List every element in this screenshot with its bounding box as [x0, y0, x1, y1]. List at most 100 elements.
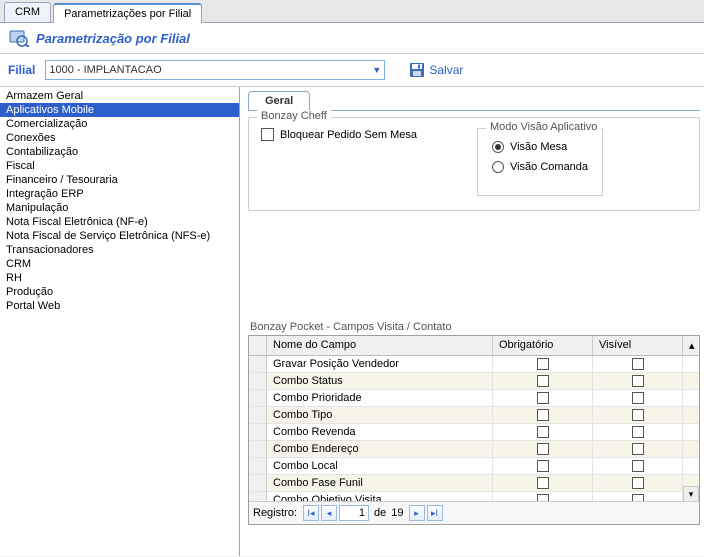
checkbox-icon	[632, 409, 644, 421]
row-selector[interactable]	[249, 390, 267, 407]
tab-geral[interactable]: Geral	[248, 91, 310, 110]
checkbox-icon	[537, 477, 549, 489]
scroll-gutter	[683, 407, 699, 424]
save-button[interactable]: Salvar	[409, 62, 463, 78]
radio-label: Visão Mesa	[510, 141, 567, 153]
sidebar-item[interactable]: Produção	[0, 285, 239, 299]
checkbox-icon	[632, 494, 644, 501]
row-selector[interactable]	[249, 458, 267, 475]
sidebar-item[interactable]: CRM	[0, 257, 239, 271]
table-row[interactable]: Combo Tipo	[249, 407, 699, 424]
row-selector[interactable]	[249, 424, 267, 441]
cell-nome: Gravar Posição Vendedor	[267, 356, 493, 373]
sidebar-item[interactable]: Contabilização	[0, 145, 239, 159]
nav-total: 19	[391, 507, 406, 519]
radio-option[interactable]: Visão Comanda	[492, 161, 588, 173]
radio-option[interactable]: Visão Mesa	[492, 141, 588, 153]
sidebar-item[interactable]: Conexões	[0, 131, 239, 145]
row-selector[interactable]	[249, 492, 267, 501]
cell-visivel[interactable]	[593, 407, 683, 424]
cell-nome: Combo Status	[267, 373, 493, 390]
nav-last-button[interactable]: ▸I	[427, 505, 443, 521]
cell-obrigatorio[interactable]	[493, 424, 593, 441]
cell-obrigatorio[interactable]	[493, 407, 593, 424]
nav-prev-button[interactable]: ◂	[321, 505, 337, 521]
scroll-gutter	[683, 424, 699, 441]
checkbox-icon	[537, 494, 549, 501]
sidebar-item[interactable]: Nota Fiscal Eletrônica (NF-e)	[0, 215, 239, 229]
tab-parametrizacoes[interactable]: Parametrizações por Filial	[53, 3, 202, 23]
grid-header-visivel[interactable]: Visível	[593, 336, 683, 355]
grid: Nome do Campo Obrigatório Visível ▴ Grav…	[248, 335, 700, 525]
scroll-up-icon[interactable]: ▴	[683, 336, 699, 355]
sidebar-item[interactable]: Financeiro / Tesouraria	[0, 173, 239, 187]
content-tabs: Geral	[248, 91, 700, 111]
cell-visivel[interactable]	[593, 373, 683, 390]
table-row[interactable]: Combo Endereço	[249, 441, 699, 458]
cell-obrigatorio[interactable]	[493, 441, 593, 458]
grid-header-selector[interactable]	[249, 336, 267, 355]
cell-obrigatorio[interactable]	[493, 458, 593, 475]
cell-visivel[interactable]	[593, 356, 683, 373]
nav-first-button[interactable]: I◂	[303, 505, 319, 521]
row-selector[interactable]	[249, 441, 267, 458]
cell-obrigatorio[interactable]	[493, 390, 593, 407]
sidebar-item[interactable]: Integração ERP	[0, 187, 239, 201]
cell-visivel[interactable]	[593, 458, 683, 475]
sidebar-item[interactable]: Nota Fiscal de Serviço Eletrônica (NFS-e…	[0, 229, 239, 243]
checkbox-bloquear-pedido[interactable]: Bloquear Pedido Sem Mesa	[261, 128, 417, 141]
sidebar-item[interactable]: Fiscal	[0, 159, 239, 173]
cell-visivel[interactable]	[593, 390, 683, 407]
table-row[interactable]: Combo Status	[249, 373, 699, 390]
grid-header-obrigatorio[interactable]: Obrigatório	[493, 336, 593, 355]
filial-select[interactable]: 1000 - IMPLANTACAO ▼	[45, 60, 385, 80]
cell-visivel[interactable]	[593, 424, 683, 441]
checkbox-icon	[632, 375, 644, 387]
row-selector[interactable]	[249, 356, 267, 373]
filial-row: Filial 1000 - IMPLANTACAO ▼ Salvar	[0, 54, 704, 87]
cell-obrigatorio[interactable]	[493, 356, 593, 373]
sidebar-item[interactable]: Comercialização	[0, 117, 239, 131]
row-selector[interactable]	[249, 407, 267, 424]
cell-nome: Combo Tipo	[267, 407, 493, 424]
table-row[interactable]: Combo Revenda	[249, 424, 699, 441]
row-selector[interactable]	[249, 475, 267, 492]
grid-header: Nome do Campo Obrigatório Visível ▴	[249, 336, 699, 356]
radio-label: Visão Comanda	[510, 161, 588, 173]
checkbox-icon	[632, 443, 644, 455]
sidebar-item[interactable]: Manipulação	[0, 201, 239, 215]
save-label: Salvar	[429, 63, 463, 77]
grid-body: Gravar Posição VendedorCombo StatusCombo…	[249, 356, 699, 501]
table-row[interactable]: Combo Prioridade	[249, 390, 699, 407]
checkbox-icon	[537, 443, 549, 455]
cell-visivel[interactable]	[593, 475, 683, 492]
cell-obrigatorio[interactable]	[493, 492, 593, 501]
nav-current-input[interactable]	[339, 505, 369, 521]
cell-obrigatorio[interactable]	[493, 373, 593, 390]
table-row[interactable]: Gravar Posição Vendedor	[249, 356, 699, 373]
grid-header-nome[interactable]: Nome do Campo	[267, 336, 493, 355]
scroll-gutter	[683, 356, 699, 373]
top-tabs: CRM Parametrizações por Filial	[0, 0, 704, 23]
cell-nome: Combo Prioridade	[267, 390, 493, 407]
cell-obrigatorio[interactable]	[493, 475, 593, 492]
scroll-gutter	[683, 390, 699, 407]
table-row[interactable]: Combo Fase Funil	[249, 475, 699, 492]
sidebar-item[interactable]: Transacionadores	[0, 243, 239, 257]
nav-next-button[interactable]: ▸	[409, 505, 425, 521]
cell-visivel[interactable]	[593, 492, 683, 501]
sidebar-item[interactable]: Portal Web	[0, 299, 239, 313]
record-navigator: Registro: I◂ ◂ de 19 ▸ ▸I	[249, 501, 699, 524]
table-row[interactable]: Combo Objetivo Visita	[249, 492, 699, 501]
sidebar[interactable]: Armazem GeralAplicativos MobileComercial…	[0, 87, 240, 556]
cell-visivel[interactable]	[593, 441, 683, 458]
checkbox-icon	[261, 128, 274, 141]
tab-crm[interactable]: CRM	[4, 2, 51, 22]
filial-label: Filial	[8, 63, 35, 77]
sidebar-item[interactable]: Armazem Geral	[0, 89, 239, 103]
sidebar-item[interactable]: Aplicativos Mobile	[0, 103, 239, 117]
sidebar-item[interactable]: RH	[0, 271, 239, 285]
table-row[interactable]: Combo Local	[249, 458, 699, 475]
scroll-down-icon[interactable]: ▾	[683, 486, 699, 502]
row-selector[interactable]	[249, 373, 267, 390]
